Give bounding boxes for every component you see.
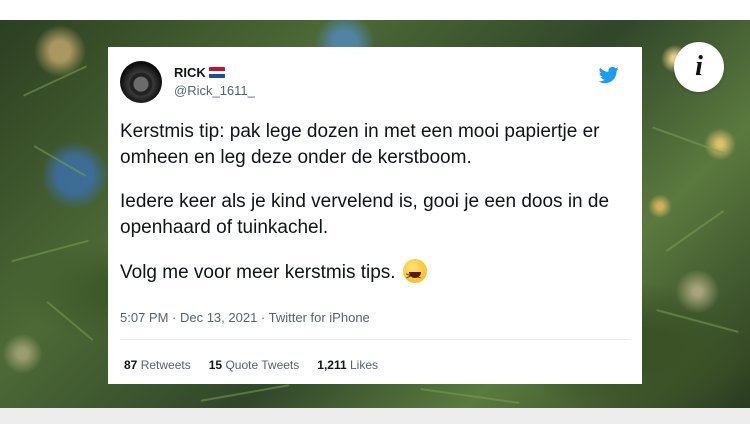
author-name-row: RICK: [174, 65, 225, 80]
tweet-paragraph-text: Volg me voor meer kerstmis tips.: [120, 262, 396, 283]
tweet-paragraph: Iedere keer als je kind vervelend is, go…: [120, 191, 610, 238]
top-bar: [0, 0, 750, 20]
likes-label: Likes: [349, 358, 378, 372]
tweet-body: Kerstmis tip: pak lege dozen in met een …: [120, 119, 640, 304]
likes-count: 1,211: [317, 358, 347, 372]
info-button[interactable]: i: [674, 42, 724, 92]
bottom-bar: [0, 408, 750, 424]
quote-tweets-stat[interactable]: 15 Quote Tweets: [209, 358, 300, 372]
tweet-paragraph: Volg me voor meer kerstmis tips.: [120, 259, 640, 289]
twitter-bird-icon: [598, 66, 619, 84]
likes-stat[interactable]: 1,211 Likes: [317, 358, 378, 372]
divider: [120, 339, 630, 340]
tweet-timestamp[interactable]: 5:07 PM · Dec 13, 2021 · Twitter for iPh…: [120, 310, 370, 325]
quote-tweets-label: Quote Tweets: [225, 358, 300, 372]
retweets-count: 87: [124, 358, 138, 372]
tweet-stats: 87 Retweets 15 Quote Tweets 1,211 Likes: [124, 358, 378, 372]
info-icon: i: [695, 51, 703, 82]
tweet-card: RICK @Rick_1611_ Kerstmis tip: pak lege …: [108, 47, 642, 384]
author-name[interactable]: RICK: [174, 65, 206, 80]
avatar[interactable]: [120, 61, 162, 103]
quote-tweets-count: 15: [208, 358, 223, 372]
netherlands-flag-icon: [208, 67, 225, 78]
retweets-stat[interactable]: 87 Retweets: [124, 358, 191, 372]
retweets-label: Retweets: [140, 358, 191, 372]
grinning-squinting-face-icon: [402, 259, 427, 289]
author-handle[interactable]: @Rick_1611_: [174, 83, 255, 98]
tweet-paragraph: Kerstmis tip: pak lege dozen in met een …: [120, 121, 600, 168]
